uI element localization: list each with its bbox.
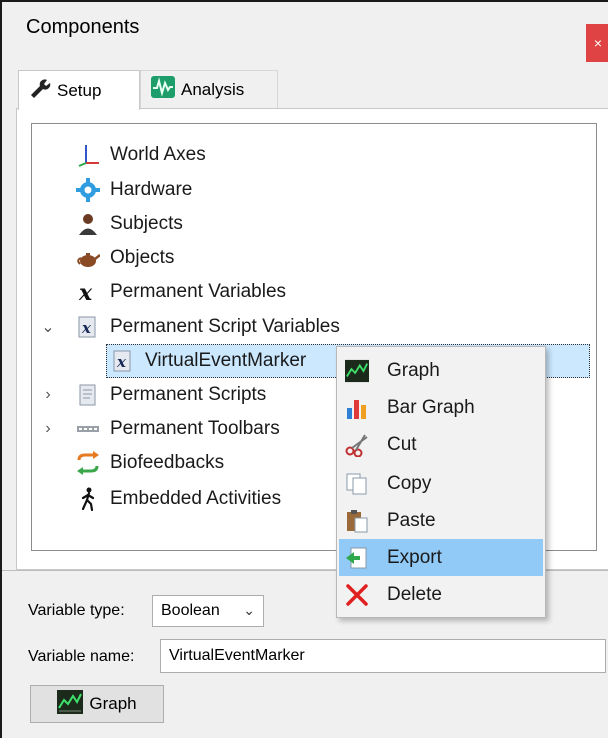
tree-item-permanent-variables[interactable]: x Permanent Variables [76,275,286,309]
tab-analysis[interactable]: Analysis [140,70,278,108]
tree-item-objects[interactable]: Objects [76,241,174,275]
title-bar: Components × [2,2,608,62]
axes-icon [76,143,100,167]
menu-item-label: Paste [387,509,436,531]
tree-item-embedded-activities[interactable]: Embedded Activities [76,482,281,516]
tree-item-label: Subjects [110,213,183,234]
menu-item-label: Bar Graph [387,396,475,418]
menu-item-export[interactable]: Export [339,539,543,576]
menu-item-label: Copy [387,472,432,494]
tree-item-label: Permanent Toolbars [110,418,280,439]
variable-type-label: Variable type: [28,602,125,619]
script-variable-icon: x [111,349,135,373]
waveform-icon [151,76,175,103]
variable-x-icon: x [76,280,100,304]
teapot-icon [76,246,100,270]
walking-person-icon [76,487,100,511]
menu-item-cut[interactable]: Cut [339,426,543,463]
line-graph-icon [57,689,84,719]
delete-x-icon [345,583,369,607]
tab-setup[interactable]: Setup [18,70,140,110]
person-icon [76,212,100,236]
menu-item-bar-graph[interactable]: Bar Graph [339,389,543,426]
chevron-right-icon[interactable]: › [40,378,56,412]
bar-graph-icon [345,396,369,420]
toolbar-icon [76,417,100,441]
scissors-icon [345,433,369,457]
close-button[interactable]: × [586,24,608,62]
chevron-down-icon: ⌄ [243,602,255,618]
menu-item-label: Delete [387,583,442,605]
tree-item-label: Permanent Variables [110,281,287,302]
tree-item-label: Embedded Activities [110,488,282,509]
graph-button-label: Graph [89,694,137,713]
tree-item-label: Biofeedbacks [110,452,225,473]
variable-name-label: Variable name: [28,648,135,665]
menu-item-label: Export [387,546,442,568]
tree-item-label: Objects [110,247,175,268]
tab-setup-label: Setup [57,80,102,100]
tree-item-subjects[interactable]: Subjects [76,207,183,241]
line-graph-icon [345,359,369,383]
variable-type-value: Boolean [161,602,220,619]
tree-item-label: VirtualEventMarker [145,350,307,371]
svg-text:x: x [116,353,127,371]
gear-icon [76,178,100,202]
tree-item-label: Permanent Script Variables [110,316,340,337]
menu-item-paste[interactable]: Paste [339,502,543,539]
tree-item-label: Permanent Scripts [110,384,267,405]
copy-icon [345,472,369,496]
export-icon [345,546,369,570]
wrench-icon [29,78,51,103]
paste-icon [345,509,369,533]
tree-item-hardware[interactable]: Hardware [76,173,192,207]
chevron-down-icon[interactable]: ⌄ [40,310,56,344]
window-title: Components [26,16,140,38]
svg-text:x: x [78,280,93,304]
menu-item-graph[interactable]: Graph [339,352,543,389]
tree-item-permanent-script-variables[interactable]: x Permanent Script Variables [76,310,340,344]
menu-item-label: Graph [387,359,440,381]
script-icon [76,383,100,407]
svg-text:x: x [81,319,92,337]
tab-analysis-label: Analysis [181,79,245,99]
menu-item-label: Cut [387,433,417,455]
tree-item-biofeedbacks[interactable]: Biofeedbacks [76,446,224,480]
graph-button[interactable]: Graph [30,685,164,723]
feedback-loop-icon [76,451,100,475]
variable-type-select[interactable]: Boolean ⌄ [152,595,264,627]
tree-item-label: World Axes [110,144,206,165]
variable-name-value: VirtualEventMarker [169,647,305,664]
variable-name-input[interactable]: VirtualEventMarker [160,639,606,673]
menu-item-delete[interactable]: Delete [339,576,543,613]
tree-item-world-axes[interactable]: World Axes [76,138,206,172]
menu-item-copy[interactable]: Copy [339,465,543,502]
chevron-right-icon[interactable]: › [40,412,56,446]
context-menu: Graph Bar Graph Cut Copy Paste Export De… [336,346,546,618]
tree-item-permanent-scripts[interactable]: Permanent Scripts [76,378,266,412]
tree-item-label: Hardware [110,179,193,200]
tree-item-permanent-toolbars[interactable]: Permanent Toolbars [76,412,280,446]
script-variable-icon: x [76,315,100,339]
